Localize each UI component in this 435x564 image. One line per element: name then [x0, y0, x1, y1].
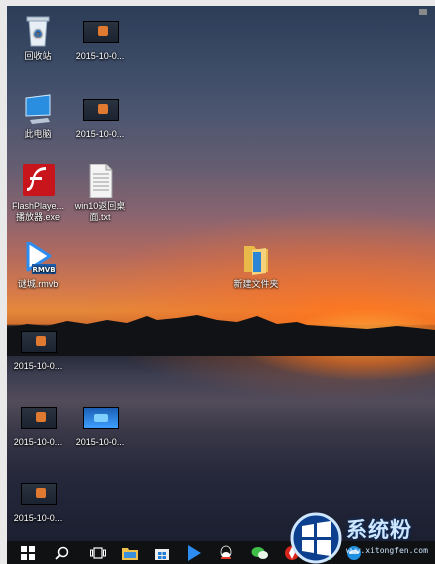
desktop: ♻ 回收站 2015-10-0... 此电脑 2015-10-0... Flas… — [7, 6, 435, 541]
rmvb-badge: RMVB — [32, 266, 55, 274]
folder-icon — [236, 242, 276, 276]
icon-label: 新建文件夹 — [233, 279, 279, 289]
window-corner-mark — [419, 9, 427, 15]
flash-icon — [18, 164, 58, 198]
icon-label: 2015-10-0... — [13, 361, 63, 371]
desktop-icon-video[interactable]: 2015-10-0... — [7, 476, 75, 524]
desktop-icon-video[interactable]: 2015-10-0... — [63, 14, 137, 62]
search-icon[interactable] — [45, 541, 79, 564]
icon-label: win10返回桌 面.txt — [74, 201, 126, 222]
desktop-icon-video[interactable]: 2015-10-0... — [63, 400, 137, 448]
desktop-icon-rmvb[interactable]: RMVB 谜城.rmvb — [7, 240, 75, 290]
site-watermark: 系统粉 www.xitongfen.com — [290, 512, 435, 564]
icon-label: 2015-10-0... — [75, 437, 125, 447]
video-thumbnail-icon — [80, 92, 120, 126]
file-explorer-icon[interactable] — [113, 541, 147, 564]
recycle-bin-icon: ♻ — [18, 14, 58, 48]
desktop-icon-text-file[interactable]: win10返回桌 面.txt — [63, 163, 137, 223]
store-icon[interactable] — [145, 541, 179, 564]
desktop-icon-new-folder[interactable]: 新建文件夹 — [219, 242, 293, 290]
text-document-icon — [80, 163, 120, 199]
computer-icon — [18, 92, 58, 126]
media-player-icon[interactable] — [177, 541, 211, 564]
svg-text:♻: ♻ — [34, 29, 43, 40]
wechat-icon[interactable] — [243, 541, 277, 564]
task-view-icon[interactable] — [81, 541, 115, 564]
desktop-icon-video[interactable]: 2015-10-0... — [7, 324, 75, 372]
icon-label: 2015-10-0... — [75, 129, 125, 139]
media-play-icon: RMVB — [18, 240, 58, 276]
icon-label: 谜城.rmvb — [17, 279, 59, 289]
video-thumbnail-icon — [80, 14, 120, 48]
watermark-text: 系统粉 — [346, 519, 412, 542]
video-thumbnail-icon — [18, 324, 58, 358]
video-thumbnail-icon — [18, 400, 58, 434]
qq-icon[interactable] — [209, 541, 243, 564]
video-thumbnail-icon — [18, 476, 58, 510]
video-thumbnail-icon — [80, 400, 120, 434]
watermark-url: www.xitongfen.com — [346, 546, 428, 555]
watermark-logo-icon — [290, 512, 342, 564]
icon-label: 2015-10-0... — [13, 513, 63, 523]
icon-label: 2015-10-0... — [75, 51, 125, 61]
start-icon[interactable] — [11, 541, 45, 564]
desktop-icon-video[interactable]: 2015-10-0... — [63, 92, 137, 140]
